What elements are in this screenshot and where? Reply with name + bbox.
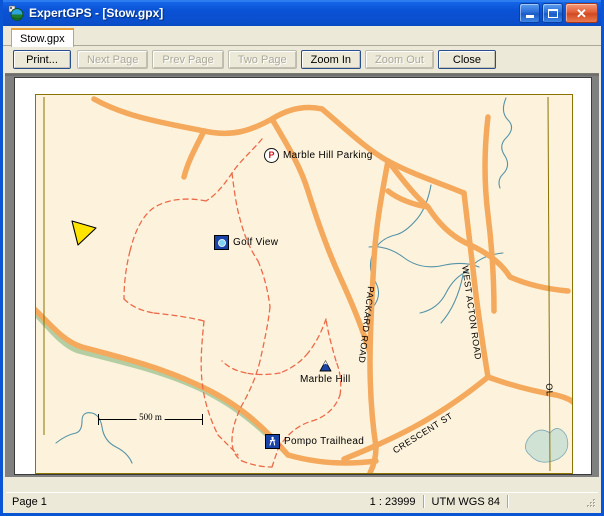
waypoint-label: Pompo Trailhead <box>284 436 365 447</box>
minimize-icon <box>525 14 534 18</box>
window-buttons: ✕ <box>519 3 598 23</box>
scale-tick-left <box>98 414 99 425</box>
status-separator-1 <box>422 495 425 508</box>
close-preview-button[interactable]: Close <box>437 50 496 69</box>
canvas-top-shadow <box>5 74 599 76</box>
next-page-button-label: Next Page <box>87 53 139 66</box>
print-preview-toolbar: Print... Next Page Prev Page Two Page Zo… <box>3 46 601 73</box>
zoom-in-button-label: Zoom In <box>310 53 352 66</box>
waypoint-label: Marble Hill <box>300 374 351 385</box>
parking-icon: P <box>264 148 279 163</box>
maximize-icon <box>547 8 558 18</box>
print-button-label: Print... <box>26 53 58 66</box>
road-label-ol: OL <box>544 383 555 397</box>
print-button[interactable]: Print... <box>13 50 71 69</box>
prev-page-button: Prev Page <box>152 50 224 69</box>
waypoint-label: Golf View <box>233 237 279 248</box>
map-image[interactable]: 500 m P Marble Hill Parking Golf View Ma… <box>35 94 573 474</box>
close-preview-button-label: Close <box>452 53 481 66</box>
status-page: Page 1 <box>12 495 47 508</box>
status-datum: UTM WGS 84 <box>431 495 500 508</box>
scale-bar-label: 500 m <box>136 412 165 422</box>
status-scale: 1 : 23999 <box>369 495 416 508</box>
tab-stow-gpx[interactable]: Stow.gpx <box>11 28 74 47</box>
expertgps-print-preview-window: ExpertGPS - [Stow.gpx] ✕ Stow.gpx Print.… <box>0 0 604 516</box>
close-icon: ✕ <box>576 5 587 21</box>
zoom-out-button: Zoom Out <box>365 50 434 69</box>
summit-icon <box>319 359 332 372</box>
tab-label: Stow.gpx <box>20 32 65 45</box>
close-button[interactable]: ✕ <box>565 3 598 23</box>
waypoint-label: Marble Hill Parking <box>283 150 373 161</box>
waypoint-marble-hill[interactable]: Marble Hill <box>300 359 351 385</box>
camera-icon <box>214 235 229 250</box>
print-preview-canvas[interactable]: 500 m P Marble Hill Parking Golf View Ma… <box>5 73 599 477</box>
document-tab-strip: Stow.gpx <box>3 26 601 47</box>
maximize-button[interactable] <box>542 3 563 23</box>
waypoint-golf-view[interactable]: Golf View <box>214 235 278 250</box>
title-bar[interactable]: ExpertGPS - [Stow.gpx] ✕ <box>3 0 601 26</box>
scale-tick-right <box>202 414 203 425</box>
resize-grip-icon[interactable] <box>585 497 597 509</box>
window-title: ExpertGPS - [Stow.gpx] <box>29 6 164 20</box>
minimize-button[interactable] <box>519 3 540 23</box>
hiker-icon <box>265 434 280 449</box>
status-separator-2 <box>507 495 509 508</box>
zoom-out-button-label: Zoom Out <box>375 53 424 66</box>
map-scale-bar: 500 m <box>98 412 203 426</box>
two-page-button-label: Two Page <box>237 53 287 66</box>
two-page-button: Two Page <box>227 50 297 69</box>
status-bar: Page 1 1 : 23999 UTM WGS 84 <box>6 492 598 510</box>
waypoint-marble-hill-parking[interactable]: P Marble Hill Parking <box>264 148 373 163</box>
globe-icon <box>8 5 24 21</box>
next-page-button: Next Page <box>77 50 149 69</box>
prev-page-button-label: Prev Page <box>162 53 214 66</box>
waypoint-pompo-trailhead[interactable]: Pompo Trailhead <box>265 434 364 449</box>
preview-page: 500 m P Marble Hill Parking Golf View Ma… <box>14 77 592 475</box>
zoom-in-button[interactable]: Zoom In <box>300 50 362 69</box>
